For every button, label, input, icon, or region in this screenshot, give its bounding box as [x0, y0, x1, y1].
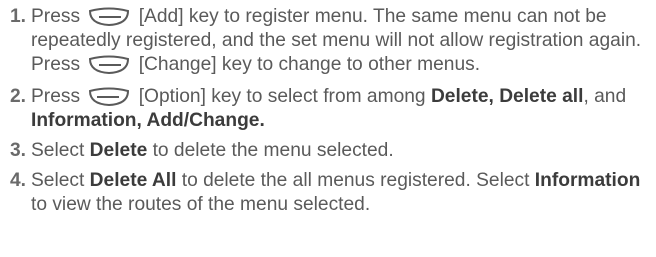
item-text: Press [Option] key to select from among … — [31, 86, 627, 131]
list-item-3: 3. Select Delete to delete the menu sele… — [10, 139, 648, 163]
left-soft-key-icon — [89, 87, 130, 107]
item-text: Press [Add] key to register menu. The sa… — [31, 6, 642, 75]
instruction-list: 1. Press [Add] key to register menu. The… — [0, 0, 656, 257]
item-text: Select Delete to delete the menu selecte… — [31, 140, 394, 161]
item-text: Select Delete All to delete the all menu… — [31, 170, 641, 215]
item-number: 1. — [10, 6, 27, 27]
right-soft-key-icon — [89, 55, 130, 75]
right-soft-key-icon — [89, 7, 130, 27]
list-item-2: 2. Press [Option] key to select from amo… — [10, 85, 648, 133]
list-item-4: 4. Select Delete All to delete the all m… — [10, 169, 648, 217]
item-number: 2. — [10, 86, 27, 107]
item-number: 4. — [10, 170, 27, 191]
list-item-1: 1. Press [Add] key to register menu. The… — [10, 5, 648, 77]
item-number: 3. — [10, 140, 27, 161]
